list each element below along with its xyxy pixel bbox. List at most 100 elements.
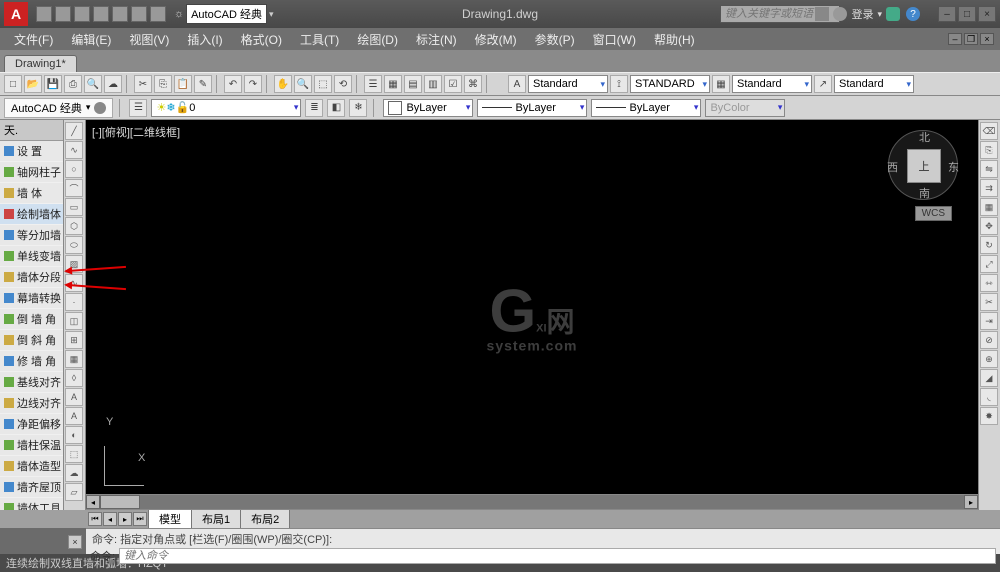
save-icon[interactable]: 💾: [44, 75, 62, 93]
menu-insert[interactable]: 插入(I): [179, 29, 230, 50]
stretch-icon[interactable]: ⇿: [980, 274, 998, 292]
erase-icon[interactable]: ⌫: [980, 122, 998, 140]
menu-view[interactable]: 视图(V): [121, 29, 177, 50]
cmdline-close-icon[interactable]: ×: [68, 535, 82, 549]
doc-minimize[interactable]: –: [948, 33, 962, 45]
ellipse-icon[interactable]: ⬭: [65, 236, 83, 254]
cut-icon[interactable]: ✂: [134, 75, 152, 93]
left-panel-item-16[interactable]: 墙齐屋顶: [0, 477, 63, 498]
menu-window[interactable]: 窗口(W): [585, 29, 644, 50]
zoomwin-icon[interactable]: ⬚: [314, 75, 332, 93]
dimstyle-dropdown[interactable]: STANDARD: [630, 75, 710, 93]
menu-parametric[interactable]: 参数(P): [527, 29, 583, 50]
markup-icon[interactable]: ☑: [444, 75, 462, 93]
wcs-badge[interactable]: WCS: [915, 206, 952, 221]
viewcube[interactable]: 北 南 东 西 上: [888, 130, 958, 200]
insert-icon[interactable]: ⊞: [65, 331, 83, 349]
scroll-left-icon[interactable]: ◂: [86, 495, 100, 509]
viewcube-top[interactable]: 上: [907, 149, 941, 183]
left-panel-item-2[interactable]: 墙 体: [0, 183, 63, 204]
left-panel-item-15[interactable]: 墙体造型: [0, 456, 63, 477]
close-button[interactable]: ×: [978, 6, 996, 22]
left-panel-item-12[interactable]: 边线对齐: [0, 393, 63, 414]
explode-icon[interactable]: ✸: [980, 407, 998, 425]
move-icon[interactable]: ✥: [980, 217, 998, 235]
tablestyle-dropdown[interactable]: Standard: [732, 75, 812, 93]
mtext-icon[interactable]: A: [65, 407, 83, 425]
copy-icon[interactable]: ⎘: [154, 75, 172, 93]
layer-dropdown[interactable]: ☀❄🔓 0: [151, 99, 301, 117]
menu-modify[interactable]: 修改(M): [467, 29, 525, 50]
tool-palette-icon[interactable]: ▤: [404, 75, 422, 93]
app-icon[interactable]: A: [4, 2, 28, 26]
left-panel-item-14[interactable]: 墙柱保温: [0, 435, 63, 456]
rotate-icon[interactable]: ↻: [980, 236, 998, 254]
menu-edit[interactable]: 编辑(E): [63, 29, 119, 50]
circle-icon[interactable]: ○: [65, 160, 83, 178]
left-panel-item-10[interactable]: 修 墙 角: [0, 351, 63, 372]
maximize-button[interactable]: □: [958, 6, 976, 22]
horizontal-scrollbar[interactable]: ◂ ▸: [86, 494, 978, 510]
paste-icon[interactable]: 📋: [174, 75, 192, 93]
workspace-dropdown[interactable]: AutoCAD 经典: [186, 4, 267, 24]
polygon-icon[interactable]: ⬡: [65, 217, 83, 235]
offset-icon[interactable]: ⇉: [980, 179, 998, 197]
open-icon[interactable]: 📂: [24, 75, 42, 93]
wipeout-icon[interactable]: ▱: [65, 483, 83, 501]
mleaderstyle-dropdown[interactable]: Standard: [834, 75, 914, 93]
arc-icon[interactable]: ⌒: [65, 179, 83, 197]
login-area[interactable]: 登录 ▾ ?: [815, 6, 920, 22]
table-icon[interactable]: ▦: [65, 350, 83, 368]
tab-model[interactable]: 模型: [148, 509, 192, 529]
scale-icon[interactable]: ⤢: [980, 255, 998, 273]
qat-redo-icon[interactable]: [150, 6, 166, 22]
gradient-icon[interactable]: ◐: [65, 426, 83, 444]
layerfreeze-icon[interactable]: ❄: [349, 99, 367, 117]
qat-save-icon[interactable]: [74, 6, 90, 22]
boundary-icon[interactable]: ⬚: [65, 445, 83, 463]
gear-icon[interactable]: [94, 102, 106, 114]
array-icon[interactable]: ▦: [980, 198, 998, 216]
line-icon[interactable]: ╱: [65, 122, 83, 140]
textstyle-icon[interactable]: A: [508, 75, 526, 93]
exchange-icon[interactable]: [886, 7, 900, 21]
left-panel-item-11[interactable]: 基线对齐: [0, 372, 63, 393]
drawing-canvas[interactable]: [-][俯视][二维线框] GGXI网XI网 system.com 北 南 东 …: [86, 120, 978, 510]
tab-prev-icon[interactable]: ◂: [103, 512, 117, 526]
infocenter-icon[interactable]: [815, 7, 829, 21]
redo-icon[interactable]: ↷: [244, 75, 262, 93]
workspace-selector[interactable]: ☼ AutoCAD 经典 ▾: [174, 4, 274, 24]
qat-saveas-icon[interactable]: [93, 6, 109, 22]
copy2-icon[interactable]: ⎘: [980, 141, 998, 159]
qat-open-icon[interactable]: [55, 6, 71, 22]
preview-icon[interactable]: 🔍: [84, 75, 102, 93]
rect-icon[interactable]: ▭: [65, 198, 83, 216]
left-panel-item-9[interactable]: 倒 斜 角: [0, 330, 63, 351]
zoomprev-icon[interactable]: ⟲: [334, 75, 352, 93]
left-panel-item-0[interactable]: 设 置: [0, 141, 63, 162]
hatch-icon[interactable]: ▨: [65, 255, 83, 273]
linetype-dropdown[interactable]: ByLayer: [477, 99, 587, 117]
properties-icon[interactable]: ☰: [364, 75, 382, 93]
doc-restore[interactable]: ❐: [964, 33, 978, 45]
design-center-icon[interactable]: ▦: [384, 75, 402, 93]
revision-icon[interactable]: ☁: [65, 464, 83, 482]
menu-format[interactable]: 格式(O): [233, 29, 290, 50]
mirror-icon[interactable]: ⇋: [980, 160, 998, 178]
left-panel-item-8[interactable]: 倒 墙 角: [0, 309, 63, 330]
tab-next-icon[interactable]: ▸: [118, 512, 132, 526]
pline-icon[interactable]: ∿: [65, 141, 83, 159]
login-label[interactable]: 登录: [851, 6, 873, 22]
quickcalc-icon[interactable]: ⌘: [464, 75, 482, 93]
tab-first-icon[interactable]: ⏮: [88, 512, 102, 526]
file-tab-active[interactable]: Drawing1*: [4, 55, 77, 72]
menu-dimension[interactable]: 标注(N): [408, 29, 465, 50]
left-panel-item-3[interactable]: 绘制墙体: [0, 204, 63, 225]
layerstate-icon[interactable]: ≣: [305, 99, 323, 117]
mleaderstyle-icon[interactable]: ↗: [814, 75, 832, 93]
new-icon[interactable]: □: [4, 75, 22, 93]
minimize-button[interactable]: –: [938, 6, 956, 22]
command-input[interactable]: [119, 548, 996, 564]
zoom-icon[interactable]: 🔍: [294, 75, 312, 93]
fillet-icon[interactable]: ◟: [980, 388, 998, 406]
